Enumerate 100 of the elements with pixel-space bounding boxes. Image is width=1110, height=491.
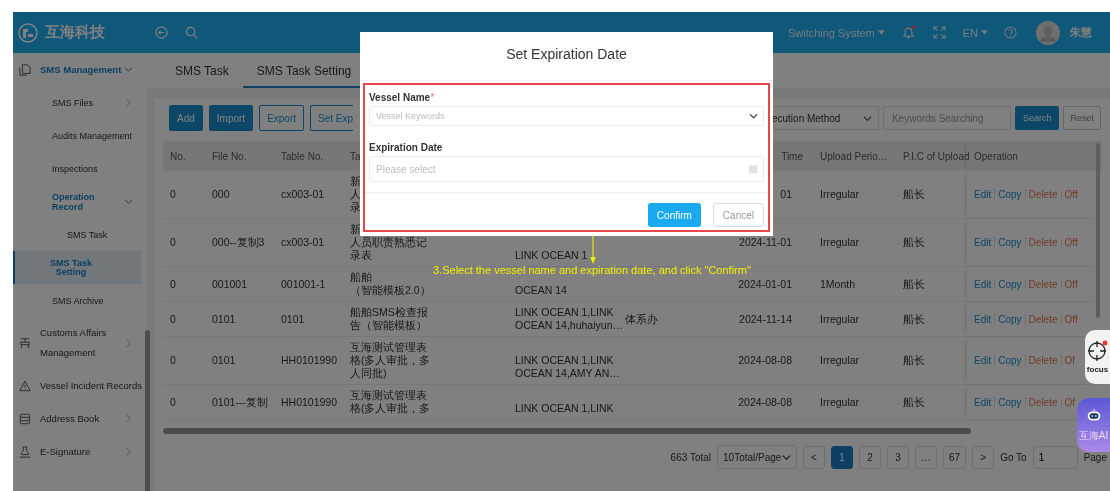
sidebar-item[interactable]: Operation Record: [13, 185, 147, 218]
table-cell: HH0101990: [281, 395, 338, 409]
table-cell: 船长: [903, 236, 925, 249]
edit-link[interactable]: Edit: [974, 355, 995, 366]
date-field[interactable]: Please select: [369, 156, 764, 182]
delete-link[interactable]: Delete: [1024, 313, 1061, 325]
table-cell: LINK OCEAN 1,LINK OCEAN 14,huhaiyun…: [515, 306, 623, 332]
fullscreen-icon[interactable]: [932, 26, 946, 39]
cancel-button[interactable]: Cancel: [712, 203, 764, 227]
page-button[interactable]: 67: [943, 445, 967, 469]
sidebar-item[interactable]: Address Book: [13, 402, 147, 435]
sidebar-item[interactable]: Inspections: [13, 152, 147, 185]
annotation-arrow: [588, 236, 598, 264]
scrollbar[interactable]: [163, 428, 971, 434]
column-header: P.I.C of Upload: [903, 150, 970, 162]
column-header: Upload Perio…: [820, 150, 888, 162]
page-button[interactable]: 2: [859, 445, 881, 469]
table-cell: 2024-08-08: [738, 354, 792, 367]
toolbar-button[interactable]: Import: [208, 105, 254, 131]
sidebar-item[interactable]: E-Signature: [13, 435, 147, 468]
search-icon[interactable]: [185, 26, 198, 39]
system-switch[interactable]: Switching System: [787, 26, 885, 39]
page-button[interactable]: …: [915, 445, 937, 469]
focus-button[interactable]: focus: [1085, 330, 1110, 384]
edit-link[interactable]: Edit: [974, 189, 995, 200]
delete-link[interactable]: Delete: [1024, 278, 1061, 290]
page-button[interactable]: 1: [831, 445, 853, 469]
sidebar-item[interactable]: Audits Management: [13, 119, 147, 152]
search-button[interactable]: Search: [1014, 106, 1060, 130]
table-cell: 0101: [212, 354, 236, 367]
table-cell: Irregular: [820, 236, 860, 249]
tab[interactable]: SMS Task: [161, 64, 243, 88]
delete-link[interactable]: Delete: [1024, 396, 1061, 408]
page-button[interactable]: 3: [887, 445, 909, 469]
table-cell: 0: [170, 354, 176, 367]
table-cell: OCEAN 14: [515, 284, 567, 297]
sidebar-item[interactable]: SMS Files: [13, 86, 147, 119]
table-cell: 0: [170, 395, 176, 409]
off-link[interactable]: Off: [1060, 313, 1081, 325]
avatar-icon[interactable]: [1036, 20, 1060, 45]
copy-link[interactable]: Copy: [994, 278, 1025, 290]
ai-assistant-button[interactable]: 互海AI: [1077, 398, 1110, 452]
table-cell: cx003-01: [281, 236, 325, 249]
copy-link[interactable]: Copy: [994, 313, 1025, 325]
next-page-button[interactable]: >: [972, 445, 995, 469]
edit-link[interactable]: Edit: [974, 396, 995, 408]
sidebar-item[interactable]: SMS Task Setting: [13, 251, 141, 284]
page-number-field[interactable]: 1: [1032, 445, 1078, 469]
table-cell: 船舶 （智能模板2.0）: [350, 271, 431, 297]
edit-link[interactable]: Edit: [974, 313, 995, 325]
off-link[interactable]: Off: [1060, 189, 1081, 200]
delete-link[interactable]: Delete: [1024, 237, 1061, 248]
table-cell: Irregular: [820, 188, 860, 201]
table-cell: 2024-08-08: [738, 395, 792, 409]
table-cell: 2024-11-14: [739, 312, 792, 326]
scrollbar[interactable]: [145, 330, 150, 491]
copy-link[interactable]: Copy: [994, 355, 1025, 366]
toolbar-button[interactable]: Add: [169, 105, 203, 131]
table-cell: 0101---复制: [212, 395, 268, 409]
caret-icon: [877, 30, 885, 35]
table-cell: 2024-11-01: [739, 236, 792, 249]
copy-link[interactable]: Copy: [994, 396, 1025, 408]
toolbar-button[interactable]: Set Exp: [310, 105, 354, 131]
off-link[interactable]: Of: [1060, 355, 1079, 366]
table-cell: 0: [170, 277, 176, 291]
table-cell: 0101: [212, 312, 236, 326]
required-mark: *: [430, 92, 435, 103]
sidebar-item[interactable]: Vessel Incident Records: [13, 369, 147, 402]
confirm-button[interactable]: Confirm: [647, 203, 701, 227]
calendar-icon: [748, 164, 758, 174]
copy-link[interactable]: Copy: [994, 237, 1025, 248]
column-header: Time: [781, 150, 803, 162]
toolbar-button[interactable]: Export: [259, 105, 305, 131]
chevron-icon: [782, 452, 791, 462]
sidebar-item[interactable]: SMS Task: [13, 218, 147, 251]
scrollbar[interactable]: [1096, 143, 1100, 318]
language-switch[interactable]: EN: [962, 26, 988, 39]
off-link[interactable]: Off: [1060, 237, 1081, 248]
warning-icon: [19, 379, 31, 392]
total-count: 663 Total: [670, 451, 711, 463]
off-link[interactable]: Off: [1060, 278, 1081, 290]
copy-link[interactable]: Copy: [994, 189, 1025, 200]
previous-page-button[interactable]: <: [803, 445, 825, 469]
table-cell: 船长: [903, 277, 925, 291]
edit-link[interactable]: Edit: [974, 278, 995, 290]
help-icon[interactable]: [1004, 26, 1017, 39]
vessel-select[interactable]: Vessel Keywords: [369, 106, 764, 126]
logo-icon: [18, 22, 38, 43]
bell-icon[interactable]: [900, 25, 916, 40]
sidebar-item[interactable]: Customs Affairs Management: [13, 317, 147, 369]
sidebar-item[interactable]: SMS Management: [13, 53, 147, 86]
delete-link[interactable]: Delete: [1024, 189, 1061, 200]
page-size-select[interactable]: 10Total/Page: [717, 445, 797, 469]
back-icon[interactable]: [155, 26, 168, 39]
table-cell: 新 人员职责熟悉记 录表: [350, 223, 427, 262]
table-cell: 001001: [212, 277, 248, 291]
sidebar-item[interactable]: SMS Archive: [13, 284, 147, 317]
delete-link[interactable]: Delete: [1024, 355, 1061, 366]
edit-link[interactable]: Edit: [974, 237, 995, 248]
table-cell: 新 人 录: [350, 175, 361, 214]
